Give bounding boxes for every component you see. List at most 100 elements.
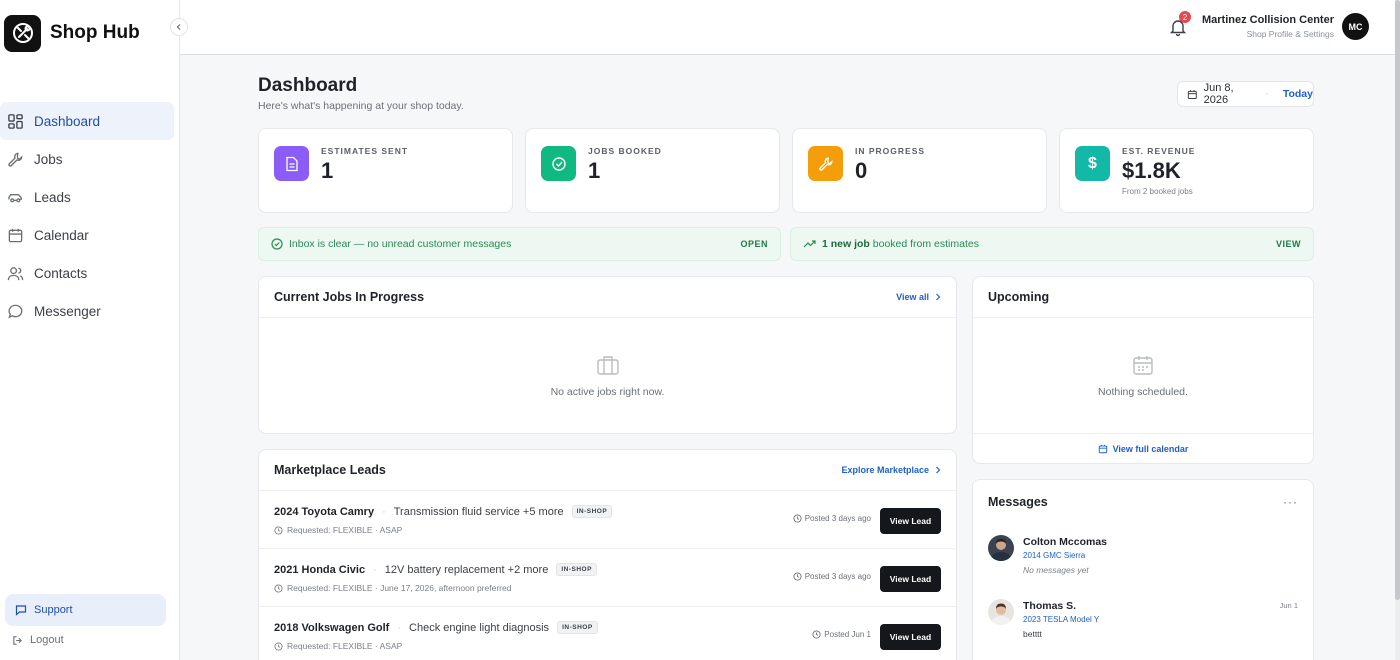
check-circle-icon — [271, 238, 283, 250]
lead-requested-text: Requested: FLEXIBLE · June 17, 2026, aft… — [287, 583, 512, 593]
more-options-icon[interactable]: ··· — [1283, 495, 1298, 509]
sidebar-collapse-button[interactable] — [170, 18, 188, 36]
stat-est-revenue[interactable]: $ EST. REVENUE $1.8K From 2 booked jobs — [1059, 128, 1314, 213]
marketplace-leads-card: Marketplace Leads Explore Marketplace 20… — [258, 449, 957, 660]
explore-marketplace-label: Explore Marketplace — [841, 465, 929, 475]
empty-state: Nothing scheduled. — [973, 318, 1313, 433]
view-lead-button[interactable]: View Lead — [880, 566, 941, 592]
avatar[interactable]: MC — [1342, 13, 1369, 40]
lead-service: 12V battery replacement +2 more — [384, 563, 549, 576]
date-picker[interactable]: Jun 8, 2026 · Today — [1177, 81, 1314, 107]
clock-icon — [274, 641, 283, 651]
sidebar: Shop Hub Dashboard Jobs Leads Calendar C… — [0, 0, 180, 660]
lead-vehicle: 2021 Honda Civic — [274, 563, 366, 576]
contact-name: Thomas S. — [1023, 600, 1077, 612]
contact-avatar — [988, 599, 1014, 625]
separator: · — [382, 505, 386, 518]
car-icon — [8, 193, 22, 202]
wrench-icon — [808, 146, 843, 181]
open-inbox-button[interactable]: OPEN — [740, 239, 768, 249]
view-full-calendar-label: View full calendar — [1112, 444, 1189, 454]
sidebar-item-jobs[interactable]: Jobs — [0, 140, 174, 178]
lead-posted-text: Posted 3 days ago — [804, 514, 871, 523]
shop-profile[interactable]: Martinez Collision Center Shop Profile &… — [1202, 14, 1334, 39]
document-icon — [274, 146, 309, 181]
stat-value: 0 — [855, 158, 868, 183]
message-item[interactable]: Colton Mccomas 2014 GMC Sierra No messag… — [973, 535, 1313, 599]
stat-label: IN PROGRESS — [855, 146, 926, 156]
stat-jobs-booked[interactable]: JOBS BOOKED 1 — [525, 128, 780, 213]
briefcase-icon — [596, 355, 619, 375]
wrench-icon — [8, 152, 23, 167]
sidebar-item-label: Jobs — [34, 151, 63, 167]
sidebar-item-calendar[interactable]: Calendar — [0, 216, 174, 254]
clock-icon — [274, 583, 283, 593]
sidebar-item-contacts[interactable]: Contacts — [0, 254, 174, 292]
message-item[interactable]: Thomas S. 2023 TESLA Model Y betttt Jun … — [973, 599, 1313, 660]
lead-posted: Posted Jun 1 — [812, 630, 871, 639]
sidebar-item-messenger[interactable]: Messenger — [0, 292, 174, 330]
empty-state: No active jobs right now. — [259, 318, 956, 433]
shop-profile-link: Shop Profile & Settings — [1246, 29, 1334, 39]
view-all-label: View all — [896, 292, 929, 302]
support-button[interactable]: Support — [5, 594, 166, 626]
jobs-banner-highlight: 1 new job — [822, 238, 870, 250]
notification-badge: 2 — [1179, 11, 1191, 23]
current-date: Jun 8, 2026 — [1203, 82, 1234, 106]
separator: · — [373, 563, 377, 576]
dashboard-icon — [8, 113, 23, 129]
lead-tag: IN-SHOP — [557, 621, 598, 634]
list-item[interactable]: 2021 Honda Civic · 12V battery replaceme… — [259, 549, 956, 607]
view-full-calendar-link[interactable]: View full calendar — [973, 433, 1313, 464]
logout-button[interactable]: Logout — [12, 634, 64, 646]
jobs-banner[interactable]: 1 new job booked from estimates VIEW — [790, 227, 1314, 261]
card-title: Current Jobs In Progress — [274, 290, 425, 304]
sidebar-item-label: Contacts — [34, 265, 88, 281]
inbox-banner-text: Inbox is clear — no unread customer mess… — [289, 238, 512, 250]
card-title: Marketplace Leads — [274, 463, 386, 477]
lead-posted-text: Posted Jun 1 — [824, 630, 871, 639]
view-lead-button[interactable]: View Lead — [880, 508, 941, 534]
clock-icon — [793, 572, 802, 581]
empty-state-text: No active jobs right now. — [550, 385, 665, 398]
explore-marketplace-link[interactable]: Explore Marketplace — [841, 465, 941, 475]
lead-posted-text: Posted 3 days ago — [804, 572, 871, 581]
brand-name: Shop Hub — [50, 22, 140, 43]
scrollbar-thumb[interactable] — [1395, 0, 1400, 600]
stat-value: $1.8K — [1122, 158, 1181, 183]
stat-estimates-sent[interactable]: ESTIMATES SENT 1 — [258, 128, 513, 213]
lead-requested: Requested: FLEXIBLE · ASAP — [274, 525, 402, 535]
support-chat-icon — [15, 605, 27, 616]
stat-label: ESTIMATES SENT — [321, 146, 409, 156]
stat-label: EST. REVENUE — [1122, 146, 1196, 156]
calendar-icon — [1187, 89, 1197, 99]
view-all-link[interactable]: View all — [896, 292, 941, 302]
calendar-icon — [1133, 355, 1153, 375]
sidebar-item-leads[interactable]: Leads — [0, 178, 174, 216]
card-title: Upcoming — [988, 290, 1050, 304]
stat-note: From 2 booked jobs — [1122, 187, 1193, 196]
lead-requested-text: Requested: FLEXIBLE · ASAP — [287, 641, 403, 651]
view-jobs-button[interactable]: VIEW — [1276, 239, 1301, 249]
sidebar-item-label: Leads — [34, 189, 71, 205]
clock-icon — [812, 630, 821, 639]
list-item[interactable]: 2018 Volkswagen Golf · Check engine ligh… — [259, 607, 956, 660]
inbox-banner[interactable]: Inbox is clear — no unread customer mess… — [258, 227, 781, 261]
contact-vehicle: 2014 GMC Sierra — [1023, 551, 1086, 560]
stat-label: JOBS BOOKED — [588, 146, 662, 156]
stat-in-progress[interactable]: IN PROGRESS 0 — [792, 128, 1047, 213]
view-lead-button[interactable]: View Lead — [880, 624, 941, 650]
lead-requested: Requested: FLEXIBLE · June 17, 2026, aft… — [274, 583, 511, 593]
sidebar-item-label: Messenger — [34, 303, 101, 319]
brand[interactable]: Shop Hub — [4, 14, 140, 52]
clock-icon — [793, 514, 802, 523]
calendar-icon — [1098, 444, 1107, 454]
today-button[interactable]: Today — [1283, 88, 1313, 100]
list-item[interactable]: 2024 Toyota Camry · Transmission fluid s… — [259, 491, 956, 549]
chevron-right-icon — [936, 293, 941, 301]
sidebar-item-dashboard[interactable]: Dashboard — [0, 102, 174, 140]
message-preview: No messages yet — [1023, 565, 1089, 575]
logout-label: Logout — [30, 634, 64, 646]
clock-icon — [274, 525, 283, 535]
upcoming-card: Upcoming Nothing scheduled. View full ca… — [972, 276, 1314, 464]
